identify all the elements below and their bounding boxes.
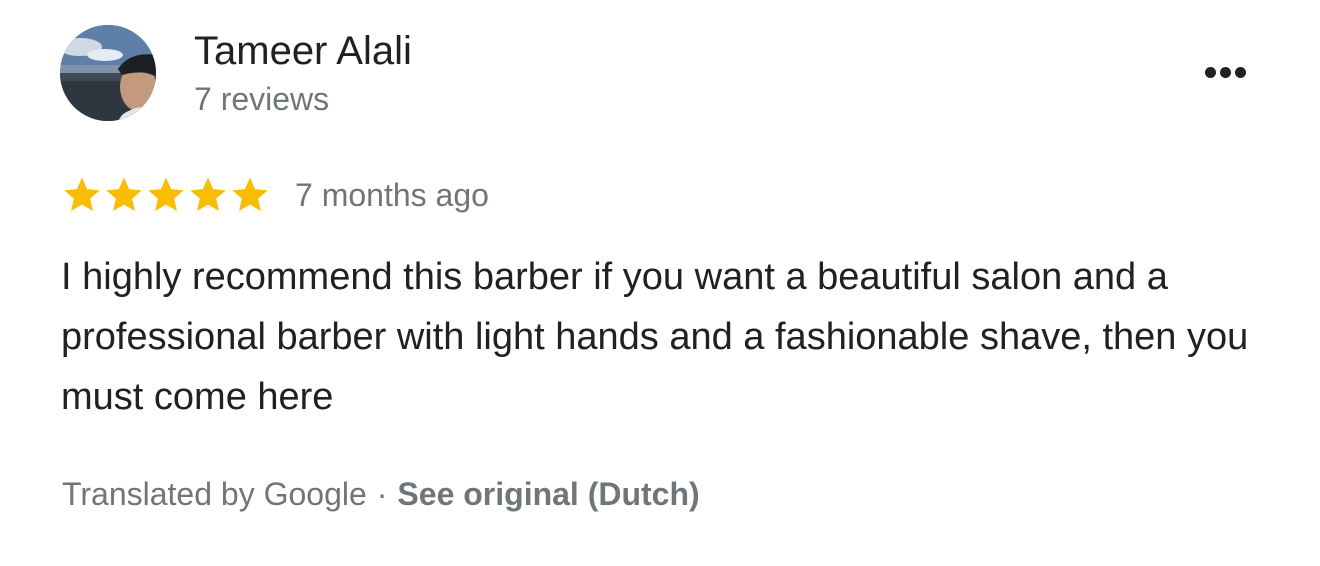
star-icon: [106, 177, 142, 211]
see-original-link[interactable]: See original (Dutch): [397, 476, 699, 512]
more-options-icon-dot: [1234, 66, 1246, 78]
star-icon: [64, 177, 100, 211]
star-rating: [62, 174, 272, 216]
review-text: I highly recommend this barber if you wa…: [61, 256, 1249, 418]
translated-by-label: Translated by Google: [62, 476, 367, 512]
avatar[interactable]: [60, 25, 156, 121]
more-options-icon-dot: [1219, 66, 1231, 78]
separator: ·: [376, 476, 388, 512]
translation-notice: Translated by Google · See original (Dutch…: [62, 474, 700, 514]
more-options-button[interactable]: [1190, 52, 1260, 92]
profile-photo: [60, 25, 156, 121]
more-options-icon: [1204, 66, 1216, 78]
star-icon: [148, 177, 184, 211]
star-icon: [232, 177, 268, 211]
review-time: 7 months ago: [295, 177, 489, 213]
author-name[interactable]: Tameer Alali: [194, 28, 412, 74]
star-icon: [190, 177, 226, 211]
author-review-count[interactable]: 7 reviews: [194, 80, 329, 118]
